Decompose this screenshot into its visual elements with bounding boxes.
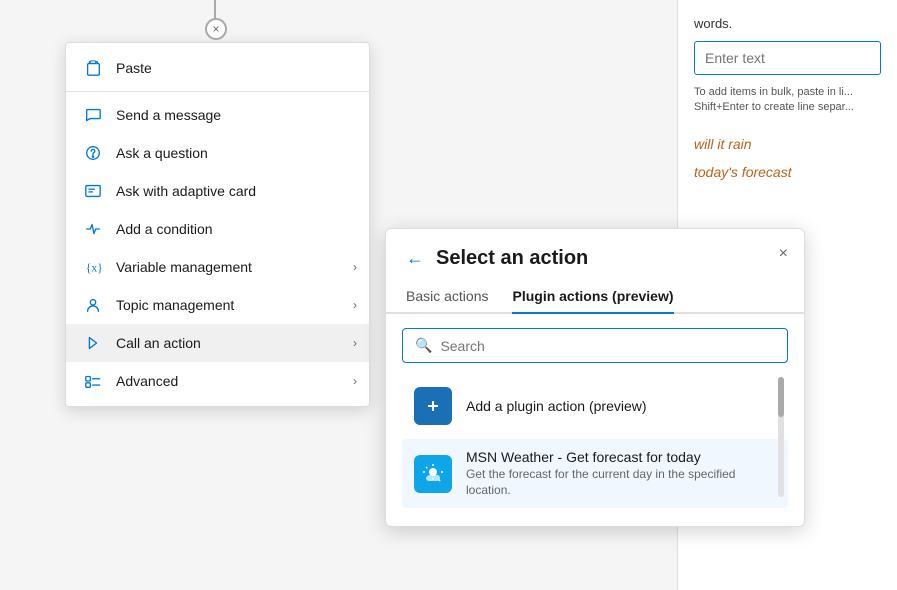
menu-item-call-action[interactable]: Call an action ›	[66, 324, 369, 362]
advanced-icon	[82, 372, 104, 390]
add-plugin-icon-box	[414, 387, 452, 425]
svg-text:{x}: {x}	[86, 262, 102, 275]
action-panel: ← Select an action × Basic actions Plugi…	[385, 228, 805, 527]
menu-item-send-message[interactable]: Send a message	[66, 96, 369, 134]
back-button[interactable]: ←	[406, 248, 424, 269]
scrollbar[interactable]	[778, 377, 784, 497]
msn-weather-text: MSN Weather - Get forecast for today Get…	[466, 449, 776, 498]
menu-item-ask-adaptive-label: Ask with adaptive card	[116, 183, 256, 199]
action-panel-title: Select an action	[436, 247, 588, 270]
menu-item-add-condition-label: Add a condition	[116, 221, 213, 237]
add-plugin-name: Add a plugin action (preview)	[466, 398, 647, 414]
search-box[interactable]: 🔍	[402, 328, 788, 363]
menu-item-ask-question-label: Ask a question	[116, 145, 208, 161]
menu-item-advanced-label: Advanced	[116, 373, 178, 389]
message-icon	[82, 106, 104, 124]
search-input[interactable]	[440, 338, 775, 354]
action-panel-body: 🔍 Add a plugin action (preview) MSN Weat	[386, 314, 804, 526]
chevron-right-icon-3: ›	[353, 336, 357, 350]
menu-item-variable-label: Variable management	[116, 259, 252, 275]
enter-text-input[interactable]	[694, 41, 881, 75]
add-plugin-text: Add a plugin action (preview)	[466, 398, 647, 414]
chevron-right-icon-4: ›	[353, 374, 357, 388]
adaptive-icon	[82, 182, 104, 200]
action-icon	[82, 334, 104, 352]
action-list: Add a plugin action (preview) MSN Weathe…	[402, 377, 788, 508]
search-icon: 🔍	[415, 337, 432, 354]
menu-item-call-action-label: Call an action	[116, 335, 201, 351]
msn-weather-icon-box	[414, 455, 452, 493]
msn-weather-name: MSN Weather - Get forecast for today	[466, 449, 776, 465]
menu-divider-1	[66, 91, 369, 92]
menu-item-paste[interactable]: Paste	[66, 49, 369, 87]
phrase-2: today's forecast	[694, 164, 881, 180]
hint-text: To add items in bulk, paste in li... Shi…	[694, 85, 881, 116]
action-item-msn-weather[interactable]: MSN Weather - Get forecast for today Get…	[402, 439, 788, 508]
paste-icon	[82, 59, 104, 77]
action-item-add-plugin[interactable]: Add a plugin action (preview)	[402, 377, 788, 435]
topic-icon	[82, 296, 104, 314]
chevron-right-icon: ›	[353, 260, 357, 274]
menu-item-add-condition[interactable]: Add a condition	[66, 210, 369, 248]
close-connector-button[interactable]: ×	[205, 18, 227, 40]
close-panel-button[interactable]: ×	[779, 245, 788, 263]
phrase-1: will it rain	[694, 136, 881, 152]
menu-item-variable[interactable]: {x} Variable management ›	[66, 248, 369, 286]
context-menu: Paste Send a message Ask a question Ask …	[65, 42, 370, 407]
menu-item-advanced[interactable]: Advanced ›	[66, 362, 369, 400]
tab-plugin-actions[interactable]: Plugin actions (preview)	[512, 280, 673, 314]
menu-item-ask-question[interactable]: Ask a question	[66, 134, 369, 172]
action-panel-tabs: Basic actions Plugin actions (preview)	[386, 280, 804, 314]
words-label: words.	[694, 16, 881, 31]
scrollbar-thumb[interactable]	[778, 377, 784, 417]
chevron-right-icon-2: ›	[353, 298, 357, 312]
menu-item-paste-label: Paste	[116, 60, 152, 76]
tab-basic-actions[interactable]: Basic actions	[406, 280, 488, 314]
condition-icon	[82, 220, 104, 238]
question-icon	[82, 144, 104, 162]
menu-item-topic-label: Topic management	[116, 297, 234, 313]
menu-item-ask-adaptive[interactable]: Ask with adaptive card	[66, 172, 369, 210]
msn-weather-desc: Get the forecast for the current day in …	[466, 467, 776, 498]
menu-item-send-message-label: Send a message	[116, 107, 221, 123]
variable-icon: {x}	[82, 258, 104, 276]
menu-item-topic[interactable]: Topic management ›	[66, 286, 369, 324]
action-panel-header: ← Select an action ×	[386, 229, 804, 280]
